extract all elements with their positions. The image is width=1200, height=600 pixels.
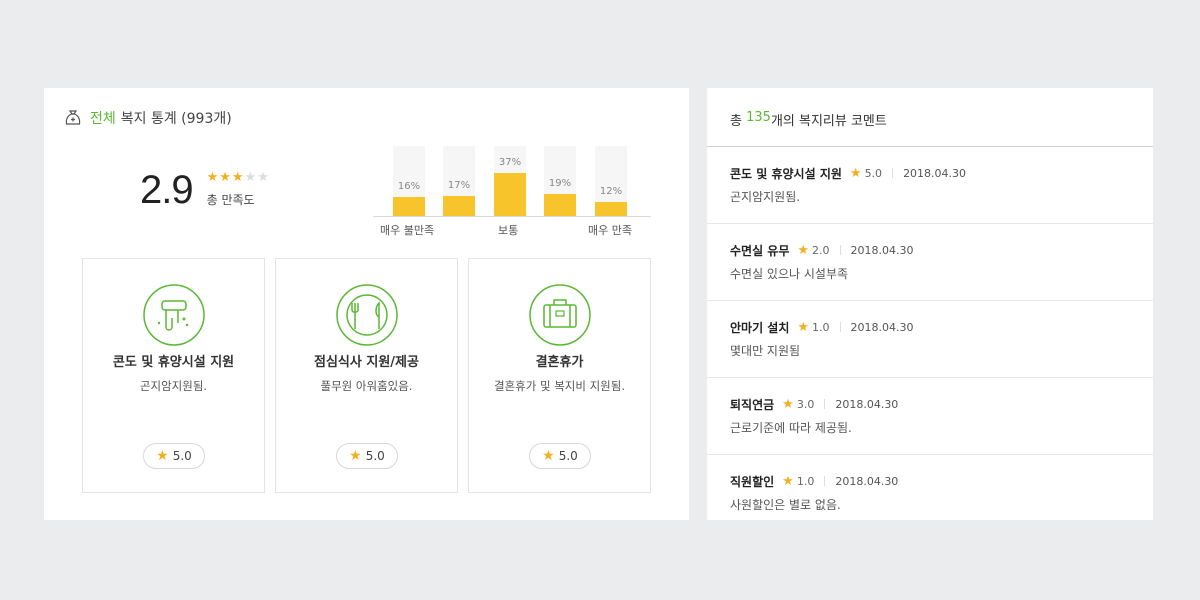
welfare-review-panel: 총 135 개의 복지리뷰 코멘트 콘도 및 휴양시설 지원 ★ 5.0 2018…	[707, 88, 1153, 520]
review-header: 총 135 개의 복지리뷰 코멘트	[707, 88, 1153, 147]
score-number: 2.9	[140, 168, 194, 212]
star-icon: ★	[542, 448, 555, 464]
review-item[interactable]: 수면실 유무 ★ 2.0 2018.04.30 수면실 있으나 시설부족	[707, 224, 1153, 301]
separator	[839, 322, 841, 332]
star-icon: ★	[244, 170, 257, 185]
score-stars: ★ ★ ★ ★ ★	[207, 171, 269, 185]
review-title: 안마기 설치	[730, 320, 790, 335]
distribution-bar: 12%	[595, 146, 627, 216]
money-pouch-icon	[65, 110, 81, 125]
bar-fill	[544, 194, 576, 216]
review-header-suffix: 개의 복지리뷰 코멘트	[770, 114, 887, 129]
review-date: 2018.04.30	[850, 320, 914, 334]
review-body: 사원할인은 별로 없음.	[730, 498, 841, 512]
distribution-bar: 37%	[494, 146, 526, 216]
bar-percent: 37%	[498, 157, 522, 168]
card-title: 결혼휴가	[535, 355, 584, 370]
stats-title: 전체 복지 통계 (993개)	[64, 108, 232, 128]
star-icon: ★	[156, 448, 169, 464]
review-score: 3.0	[796, 397, 815, 411]
review-date: 2018.04.30	[835, 397, 899, 411]
card-title: 콘도 및 휴양시설 지원	[112, 355, 235, 370]
rating-value: 5.0	[172, 449, 192, 463]
overall-score: 2.9 ★ ★ ★ ★ ★ 총 만족도	[140, 166, 269, 214]
star-icon: ★	[849, 165, 862, 181]
card-description: 곤지암지원됨.	[139, 379, 208, 393]
review-title: 수면실 유무	[730, 243, 790, 258]
welfare-card[interactable]: 결혼휴가 결혼휴가 및 복지비 지원됨. ★ 5.0	[468, 258, 651, 493]
rating-value: 5.0	[558, 449, 578, 463]
separator	[824, 476, 826, 486]
score-label: 총 만족도	[206, 193, 255, 207]
welfare-card[interactable]: 콘도 및 휴양시설 지원 곤지암지원됨. ★ 5.0	[82, 258, 265, 493]
bar-percent: 17%	[447, 180, 471, 191]
separator	[839, 245, 841, 255]
review-title: 퇴직연금	[730, 397, 775, 412]
review-date: 2018.04.30	[835, 474, 899, 488]
bar-fill	[443, 196, 475, 216]
rating-pill: ★ 5.0	[529, 443, 591, 469]
rating-pill: ★ 5.0	[336, 443, 398, 469]
axis-label-neutral: 보통	[498, 224, 519, 237]
welfare-stats-panel: 전체 복지 통계 (993개) 2.9 ★ ★ ★ ★ ★ 총 만족도 16% …	[44, 88, 689, 520]
review-item[interactable]: 콘도 및 휴양시설 지원 ★ 5.0 2018.04.30 곤지암지원됨.	[707, 147, 1153, 224]
bar-percent: 12%	[599, 186, 623, 197]
bar-percent: 16%	[397, 181, 421, 192]
card-description: 결혼휴가 및 복지비 지원됨.	[493, 379, 625, 393]
review-item[interactable]: 퇴직연금 ★ 3.0 2018.04.30 근로기준에 따라 제공됨.	[707, 378, 1153, 455]
bar-fill	[393, 197, 425, 216]
review-date: 2018.04.30	[903, 166, 967, 180]
review-title: 직원할인	[730, 474, 775, 489]
top-welfare-cards: 콘도 및 휴양시설 지원 곤지암지원됨. ★ 5.0 점심식사 지원/제공 풀무…	[82, 258, 651, 493]
axis-label-very-satisfied: 매우 만족	[588, 224, 632, 237]
stats-title-accent: 전체	[90, 111, 116, 127]
distribution-bar: 19%	[544, 146, 576, 216]
meal-plate-icon	[336, 284, 398, 346]
review-date: 2018.04.30	[850, 243, 914, 257]
review-item[interactable]: 직원할인 ★ 1.0 2018.04.30 사원할인은 별로 없음.	[707, 455, 1153, 520]
suitcase-icon	[529, 284, 591, 346]
bar-fill	[595, 202, 627, 216]
chart-baseline	[373, 216, 651, 217]
review-body: 수면실 있으나 시설부족	[730, 267, 849, 281]
review-score: 1.0	[796, 474, 815, 488]
star-icon: ★	[219, 170, 231, 185]
bar-fill	[494, 173, 526, 216]
star-icon: ★	[231, 170, 244, 185]
review-header-prefix: 총	[730, 114, 742, 129]
review-body: 곤지암지원됨.	[730, 190, 801, 204]
review-count: 135	[746, 110, 771, 125]
star-icon: ★	[257, 170, 269, 185]
rating-value: 5.0	[365, 449, 385, 463]
review-title: 콘도 및 휴양시설 지원	[730, 166, 842, 181]
review-score: 5.0	[864, 166, 883, 180]
distribution-bar: 17%	[443, 146, 475, 216]
star-icon: ★	[206, 170, 219, 185]
star-icon: ★	[782, 473, 794, 489]
star-icon: ★	[349, 448, 362, 464]
review-score: 2.0	[812, 243, 830, 257]
card-description: 풀무원 아워홈있음.	[320, 379, 413, 393]
card-title: 점심식사 지원/제공	[314, 355, 419, 370]
review-score: 1.0	[812, 320, 830, 334]
satisfaction-distribution-chart: 16% 17% 37% 19% 12% 매우 불만족 보통 매우 만족	[373, 146, 651, 246]
stats-title-text: 복지 통계 (993개)	[120, 111, 232, 127]
star-icon: ★	[797, 319, 810, 335]
distribution-bar: 16%	[393, 146, 425, 216]
review-item[interactable]: 안마기 설치 ★ 1.0 2018.04.30 몇대만 지원됨	[707, 301, 1153, 378]
rating-pill: ★ 5.0	[143, 443, 205, 469]
star-icon: ★	[797, 242, 810, 258]
separator	[824, 399, 826, 409]
bar-percent: 19%	[548, 178, 572, 189]
review-body: 몇대만 지원됨	[730, 344, 801, 358]
star-icon: ★	[782, 396, 794, 412]
review-body: 근로기준에 따라 제공됨.	[730, 421, 852, 435]
separator	[892, 168, 894, 178]
welfare-card[interactable]: 점심식사 지원/제공 풀무원 아워홈있음. ★ 5.0	[275, 258, 458, 493]
snorkel-icon	[143, 284, 205, 346]
axis-label-very-dissatisfied: 매우 불만족	[380, 224, 435, 237]
